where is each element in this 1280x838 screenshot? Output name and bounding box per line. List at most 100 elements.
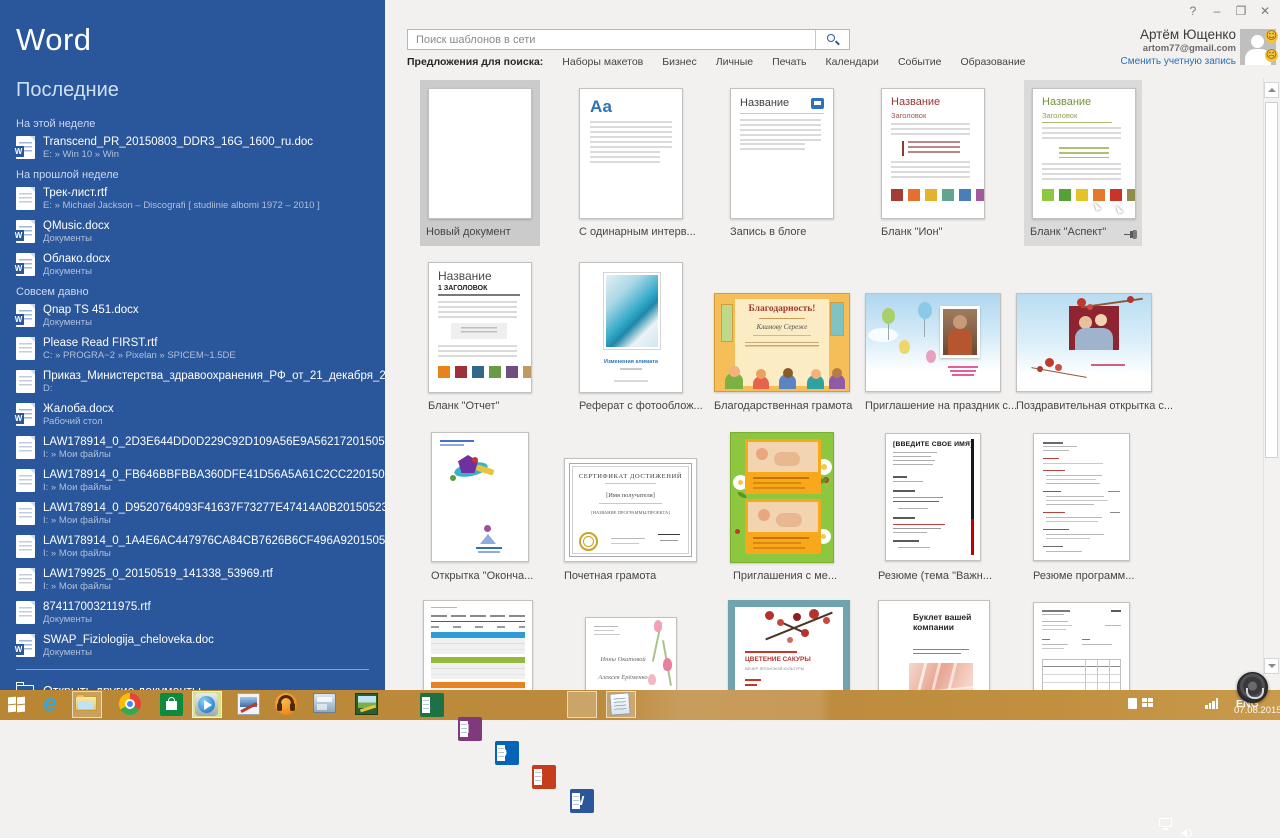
recent-file[interactable]: W Qnap TS 451.docx Документы	[16, 302, 385, 329]
search-input[interactable]	[408, 30, 815, 49]
search-suggestions: Предложения для поиска: Наборы макетов Б…	[407, 56, 1026, 68]
word-doc-icon: W	[16, 253, 35, 276]
close-button[interactable]: ✕	[1258, 4, 1272, 18]
image-viewer-icon[interactable]	[355, 693, 379, 717]
rtf-doc-icon	[16, 601, 35, 624]
powerpoint-icon[interactable]: P	[532, 765, 556, 789]
template-gratitude-certificate[interactable]: Благодарность! Климову Сереже	[714, 293, 850, 392]
template-new-document[interactable]	[428, 88, 532, 219]
rtf-doc-icon	[16, 502, 35, 525]
suggestion-link-education[interactable]: Образование	[960, 56, 1025, 68]
scroll-down-button[interactable]	[1264, 658, 1279, 674]
audio-player-icon[interactable]	[275, 693, 299, 717]
switch-account-link[interactable]: Сменить учетную запись	[1120, 56, 1236, 67]
template-blank-ion[interactable]: Название Заголовок	[881, 88, 985, 219]
template-greeting-card[interactable]	[1016, 293, 1152, 392]
minimize-button[interactable]: –	[1210, 4, 1224, 18]
theme-color-squares	[1042, 189, 1136, 201]
recent-file[interactable]: LAW178914_0_D9520764093F41637F73277E4741…	[16, 500, 385, 527]
recent-file[interactable]: Приказ_Министерства_здравоохранения_РФ_о…	[16, 368, 385, 395]
template-resume-important[interactable]: [ВВЕДИТЕ СВОЕ ИМЯ]	[885, 433, 981, 561]
photo-editor-icon[interactable]	[237, 693, 261, 717]
recent-file[interactable]: LAW178914_0_FB646BBFBBA360DFE41D56A5A61C…	[16, 467, 385, 494]
template-party-invitation[interactable]	[865, 293, 1001, 392]
theme-color-squares	[438, 366, 532, 378]
suggestion-link-personal[interactable]: Личные	[716, 56, 753, 68]
rtf-doc-icon	[16, 469, 35, 492]
blog-icon	[811, 98, 824, 109]
template-label: Почетная грамота	[564, 570, 656, 582]
tray-display-icon[interactable]	[1159, 818, 1172, 827]
tray-volume-icon[interactable]	[1181, 827, 1195, 838]
search-button[interactable]	[815, 30, 849, 49]
suggestion-link-event[interactable]: Событие	[898, 56, 942, 68]
tray-windows-icon[interactable]	[1142, 698, 1153, 707]
template-blog-post[interactable]: Название	[730, 88, 834, 219]
tray-app-icon[interactable]	[1128, 698, 1137, 709]
template-resume-programmer[interactable]	[1033, 433, 1130, 561]
account-email: artom77@gmail.com	[1120, 43, 1236, 54]
excel-icon[interactable]: X	[420, 693, 444, 717]
word-doc-icon: W	[16, 304, 35, 327]
recent-file[interactable]: W Жалоба.docx Рабочий стол	[16, 401, 385, 428]
app-title: Word	[0, 0, 385, 58]
recent-file[interactable]: LAW178914_0_2D3E644DD0D229C92D109A56E9A5…	[16, 434, 385, 461]
recent-file[interactable]: LAW178914_0_1A4E6AC447976CA84CB7626B6CF4…	[16, 533, 385, 560]
open-other-documents-button[interactable]: Открыть другие документы	[0, 670, 385, 690]
recent-file[interactable]: Трек-лист.rtf E: » Michael Jackson – Dis…	[16, 185, 385, 212]
media-player-icon[interactable]	[195, 693, 219, 717]
recent-file[interactable]: W SWAP_Fiziologija_cheloveka.doc Докумен…	[16, 632, 385, 659]
template-achievement-certificate[interactable]: СЕРТИФИКАТ ДОСТИЖЕНИЙ [Имя получателя] […	[564, 458, 697, 562]
sad-smiley-icon[interactable]: ☹	[1265, 49, 1278, 62]
cursor-artifact	[1116, 203, 1124, 213]
recent-file[interactable]: Please Read FIRST.rtf C: » PROGRA~2 » Pi…	[16, 335, 385, 362]
taskbar-date[interactable]: 07.08.2015	[1234, 705, 1280, 716]
happy-smiley-icon[interactable]: ☺	[1265, 30, 1278, 43]
template-single-spaced[interactable]: Аа	[579, 88, 683, 219]
recent-file[interactable]: W QMusic.docx Документы	[16, 218, 385, 245]
chrome-icon[interactable]	[119, 693, 143, 717]
app-window-icon[interactable]	[313, 693, 337, 717]
template-blank-report[interactable]: Название 1 ЗАГОЛОВОК	[428, 262, 532, 393]
internet-explorer-icon[interactable]: e	[38, 693, 62, 717]
scrollbar-thumb[interactable]	[1265, 102, 1278, 458]
suggestion-link-business[interactable]: Бизнес	[662, 56, 696, 68]
gallery-scrollbar[interactable]	[1263, 78, 1279, 690]
template-label: Резюме программ...	[1033, 570, 1134, 582]
recent-file[interactable]: W Transcend_PR_20150803_DDR3_16G_1600_ru…	[16, 134, 385, 161]
tray-network-icon[interactable]	[1205, 698, 1218, 709]
greeting-text-line	[1091, 364, 1125, 366]
start-button[interactable]	[8, 697, 25, 713]
restore-button[interactable]: ❐	[1234, 4, 1248, 18]
pin-icon[interactable]	[1124, 229, 1138, 239]
template-label: Запись в блоге	[730, 226, 806, 238]
recent-file[interactable]: W Облако.docx Документы	[16, 251, 385, 278]
windows-store-icon[interactable]	[160, 693, 184, 717]
template-label: Бланк "Аспект"	[1030, 226, 1106, 238]
onenote-icon[interactable]: N	[458, 717, 482, 741]
recent-file[interactable]: 874117003211975.rtf Документы	[16, 599, 385, 626]
recent-title: Последние	[0, 58, 385, 102]
word-doc-icon: W	[16, 136, 35, 159]
suggestion-link-print[interactable]: Печать	[772, 56, 806, 68]
file-explorer-icon[interactable]	[75, 696, 99, 720]
group-label: На прошлой неделе	[16, 169, 385, 181]
scroll-up-button[interactable]	[1264, 82, 1279, 98]
ladybug	[735, 529, 740, 534]
word-icon[interactable]: W	[570, 789, 594, 813]
invite-panel	[745, 439, 821, 494]
suggestion-link-layouts[interactable]: Наборы макетов	[562, 56, 643, 68]
suggestion-link-calendars[interactable]: Календари	[826, 56, 879, 68]
template-graduation-card[interactable]	[431, 432, 529, 562]
outlook-icon[interactable]: O	[495, 741, 519, 765]
help-button[interactable]: ?	[1186, 4, 1200, 18]
invite-panel	[745, 499, 821, 554]
cursor-artifact	[1094, 200, 1102, 210]
overlay-badge-icon[interactable]	[1237, 672, 1268, 703]
template-blank-aspect[interactable]: Название Заголовок	[1032, 88, 1136, 219]
group-label: Совсем давно	[16, 286, 385, 298]
template-essay-photo-cover[interactable]: Изменения климата	[579, 262, 683, 393]
recent-file[interactable]: LAW179925_0_20150519_141338_53969.rtf I:…	[16, 566, 385, 593]
notepad-icon[interactable]	[610, 693, 634, 717]
template-baby-invitations[interactable]	[730, 432, 834, 563]
